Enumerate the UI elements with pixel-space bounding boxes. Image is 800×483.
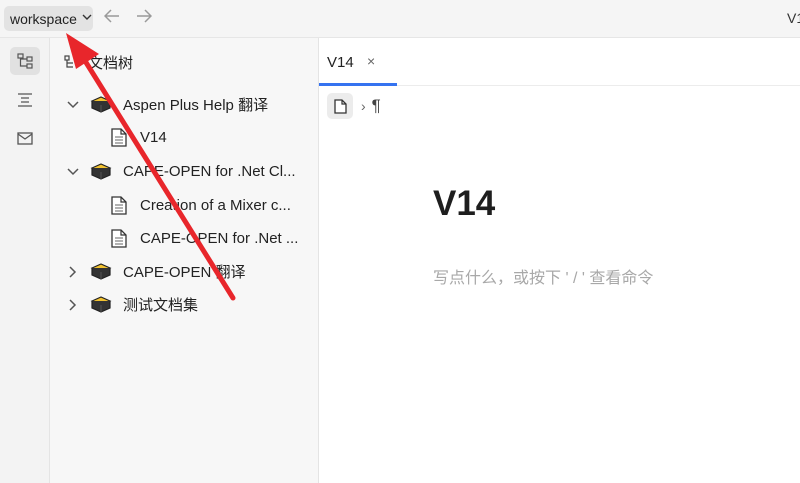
chevron-right-icon[interactable]: [66, 265, 80, 279]
icon-rail: [0, 38, 50, 483]
tree-item-label: CAPE-OPEN for .Net Cl...: [123, 163, 296, 180]
tree-item-notebook[interactable]: 测试文档集: [50, 288, 319, 321]
tree-item-doc[interactable]: CAPE-OPEN for .Net ...: [50, 222, 319, 255]
close-icon[interactable]: ×: [367, 53, 375, 69]
workspace-label: workspace: [10, 10, 77, 27]
tree-item-doc[interactable]: Creation of a Mixer c...: [50, 189, 319, 222]
tree-item-label: 测试文档集: [123, 297, 199, 314]
document-icon: [111, 128, 127, 151]
chevron-down-icon: [82, 13, 92, 24]
top-right-label: V1: [787, 10, 800, 26]
inbox-icon[interactable]: [10, 124, 40, 152]
arrow-left-icon[interactable]: [103, 9, 120, 27]
chevron-down-icon[interactable]: [66, 98, 80, 112]
tree-item-doc[interactable]: V14: [50, 121, 319, 154]
document-icon: [111, 229, 127, 252]
tree-item-label: V14: [140, 129, 167, 146]
doc-tree-panel: 文档树 Aspen Plus Help 翻译 V14 CAPE-OPEN for…: [50, 38, 319, 483]
tab-bar: V14 ×: [319, 38, 800, 86]
paragraph-icon[interactable]: ¶: [372, 96, 381, 116]
editor-placeholder[interactable]: 写点什么，或按下 ' / ' 查看命令: [433, 264, 653, 288]
doc-tree-header: 文档树: [64, 52, 133, 73]
notebook-icon: [90, 162, 112, 185]
chevron-down-icon[interactable]: [66, 165, 80, 179]
tree-item-label: Creation of a Mixer c...: [140, 197, 291, 214]
file-tree-icon[interactable]: [10, 47, 40, 75]
breadcrumb-separator: ›: [361, 98, 366, 114]
notebook-icon: [90, 295, 112, 318]
chevron-right-icon[interactable]: [66, 298, 80, 312]
arrow-right-icon[interactable]: [136, 9, 153, 27]
file-tree-icon: [64, 54, 73, 68]
workspace-switcher[interactable]: workspace: [4, 6, 93, 31]
tree-item-label: CAPE-OPEN for .Net ...: [140, 230, 299, 247]
tree-item-label: Aspen Plus Help 翻译: [123, 97, 269, 114]
tree-item-notebook[interactable]: CAPE-OPEN for .Net Cl...: [50, 155, 319, 188]
top-bar: workspace V1: [0, 0, 800, 38]
document-title[interactable]: V14: [433, 184, 495, 224]
tab-v14[interactable]: V14 ×: [319, 38, 397, 86]
outline-icon[interactable]: [10, 86, 40, 114]
tab-label: V14: [327, 54, 354, 71]
tree-item-notebook[interactable]: CAPE-OPEN 翻译: [50, 255, 319, 288]
notebook-icon: [90, 95, 112, 118]
doc-tree-title: 文档树: [88, 55, 134, 72]
breadcrumb: › ¶: [327, 93, 381, 119]
document-icon: [111, 196, 127, 219]
editor-panel: V14 × › ¶ V14 写点什么，或按下 ' / ' 查看命令: [319, 38, 800, 483]
tree-item-label: CAPE-OPEN 翻译: [123, 264, 246, 281]
tree-item-notebook[interactable]: Aspen Plus Help 翻译: [50, 88, 319, 121]
document-icon[interactable]: [327, 93, 353, 119]
notebook-icon: [90, 262, 112, 285]
